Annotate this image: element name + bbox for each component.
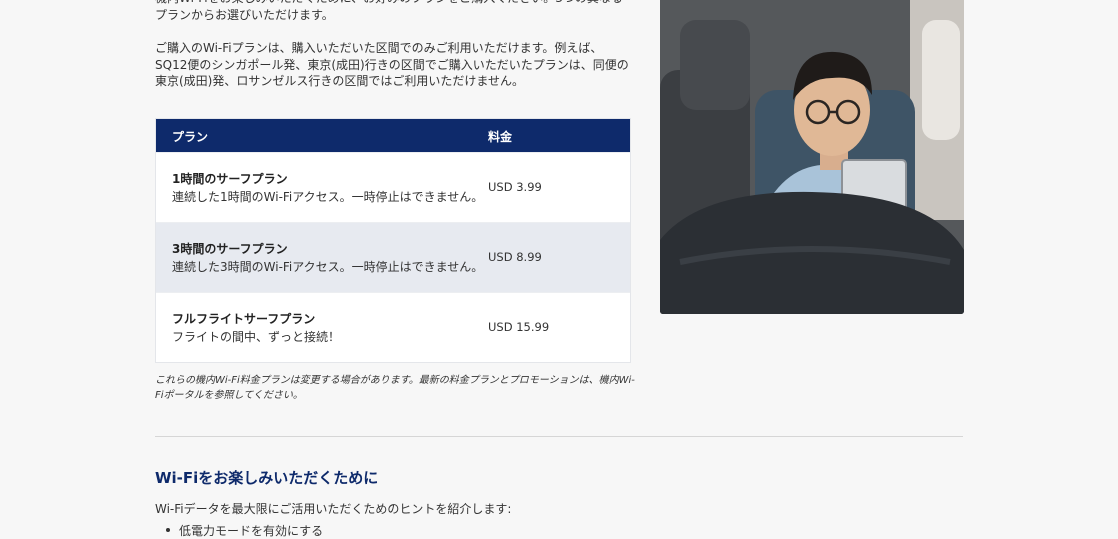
plan-description: 連続した1時間のWi-Fiアクセス。一時停止はできません。 — [172, 190, 484, 204]
plan-price: USD 15.99 — [488, 320, 550, 334]
intro-paragraph-2: ご購入のWi-Fiプランは、購入いただいた区間でのみご利用いただけます。例えば、… — [155, 41, 629, 88]
header-plan: プラン — [172, 130, 209, 144]
intro-text: 機内Wi-Fiをお楽しみいただくために、お好みのプランをご購入ください。3つの異… — [155, 0, 631, 107]
wifi-plan-table: プラン 料金 1時間のサーフプラン 連続した1時間のWi-Fiアクセス。一時停止… — [155, 118, 631, 363]
passenger-illustration — [660, 0, 964, 314]
pricing-note: これらの機内Wi-Fi料金プランは変更する場合があります。最新の料金プランとプロ… — [155, 375, 635, 401]
table-row: フルフライトサーフプラン フライトの間中、ずっと接続！ USD 15.99 — [156, 292, 630, 362]
plan-name: フルフライトサーフプラン — [172, 312, 316, 326]
plan-name: 3時間のサーフプラン — [172, 242, 288, 256]
header-price: 料金 — [488, 130, 513, 144]
plan-price: USD 8.99 — [488, 250, 542, 264]
plan-name: 1時間のサーフプラン — [172, 172, 288, 186]
passenger-photo — [660, 0, 964, 314]
plan-price: USD 3.99 — [488, 180, 542, 194]
plan-description: 連続した3時間のWi-Fiアクセス。一時停止はできません。 — [172, 260, 484, 274]
tips-intro: Wi-Fiデータを最大限にご活用いただくためのヒントを紹介します: — [155, 502, 512, 516]
table-header: プラン 料金 — [156, 119, 630, 152]
list-item: 低電力モードを有効にする — [165, 524, 324, 538]
section-title: Wi-Fiをお楽しみいただくために — [155, 469, 379, 487]
intro-paragraph-1: 機内Wi-Fiをお楽しみいただくために、お好みのプランをご購入ください。3つの異… — [155, 0, 623, 22]
section-divider — [155, 436, 963, 437]
plan-description: フライトの間中、ずっと接続！ — [172, 330, 341, 344]
table-row: 1時間のサーフプラン 連続した1時間のWi-Fiアクセス。一時停止はできません。… — [156, 152, 630, 222]
tips-list: 低電力モードを有効にする — [165, 522, 324, 539]
table-row: 3時間のサーフプラン 連続した3時間のWi-Fiアクセス。一時停止はできません。… — [156, 222, 630, 292]
